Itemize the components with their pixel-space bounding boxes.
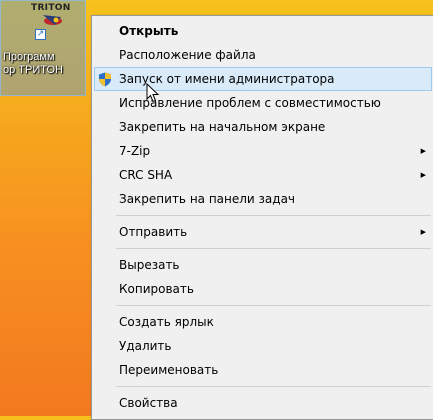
menu-item-copy[interactable]: Копировать [92,277,433,301]
menu-item-label: Открыть [119,24,179,38]
menu-item-pin-to-start[interactable]: Закрепить на начальном экране [92,115,433,139]
menu-item-label: Свойства [119,396,178,410]
menu-separator [116,386,431,387]
menu-item-label: Копировать [119,282,194,296]
menu-separator [116,305,431,306]
menu-item-cut[interactable]: Вырезать [92,253,433,277]
menu-item-label: CRC SHA [119,168,173,182]
menu-item-label: Удалить [119,339,172,353]
submenu-arrow-icon: ▶ [420,228,426,236]
menu-item-label: Вырезать [119,258,180,272]
menu-separator [116,248,431,249]
submenu-arrow-icon: ▶ [420,147,426,155]
menu-item-label: 7-Zip [119,144,151,158]
menu-item-open[interactable]: Открыть [92,19,433,43]
menu-item-create-shortcut[interactable]: Создать ярлык [92,310,433,334]
menu-item-properties[interactable]: Свойства [92,391,433,415]
menu-item-rename[interactable]: Переименовать [92,358,433,382]
menu-item-file-location[interactable]: Расположение файла [92,43,433,67]
menu-item-run-as-admin[interactable]: Запуск от имени администратора [94,67,432,91]
shortcut-label-line2: ор ТРИТОН [3,64,63,76]
mouse-cursor-icon [146,83,160,103]
menu-item-label: Переименовать [119,363,219,377]
menu-item-send-to[interactable]: Отправить ▶ [92,220,433,244]
triton-app-icon: TRITON ↗ [31,3,70,40]
menu-separator [116,215,431,216]
context-menu: Открыть Расположение файла Запуск от име… [91,15,433,420]
uac-shield-icon [99,72,111,87]
menu-item-crc-sha[interactable]: CRC SHA ▶ [92,163,433,187]
shortcut-arrow-icon: ↗ [35,29,46,40]
menu-item-delete[interactable]: Удалить [92,334,433,358]
menu-item-compatibility[interactable]: Исправление проблем с совместимостью [92,91,433,115]
menu-item-label: Расположение файла [119,48,256,62]
menu-item-7zip[interactable]: 7-Zip ▶ [92,139,433,163]
shortcut-label: Программ ор ТРИТОН [1,51,89,77]
desktop-shortcut-triton[interactable]: TRITON ↗ Программ ор ТРИТОН [0,0,86,96]
shortcut-label-line1: Программ [3,51,55,63]
menu-item-label: Закрепить на панели задач [119,192,296,206]
menu-item-label: Отправить [119,225,188,239]
menu-item-label: Создать ярлык [119,315,214,329]
submenu-arrow-icon: ▶ [420,171,426,179]
menu-item-label: Закрепить на начальном экране [119,120,326,134]
menu-item-pin-to-taskbar[interactable]: Закрепить на панели задач [92,187,433,211]
